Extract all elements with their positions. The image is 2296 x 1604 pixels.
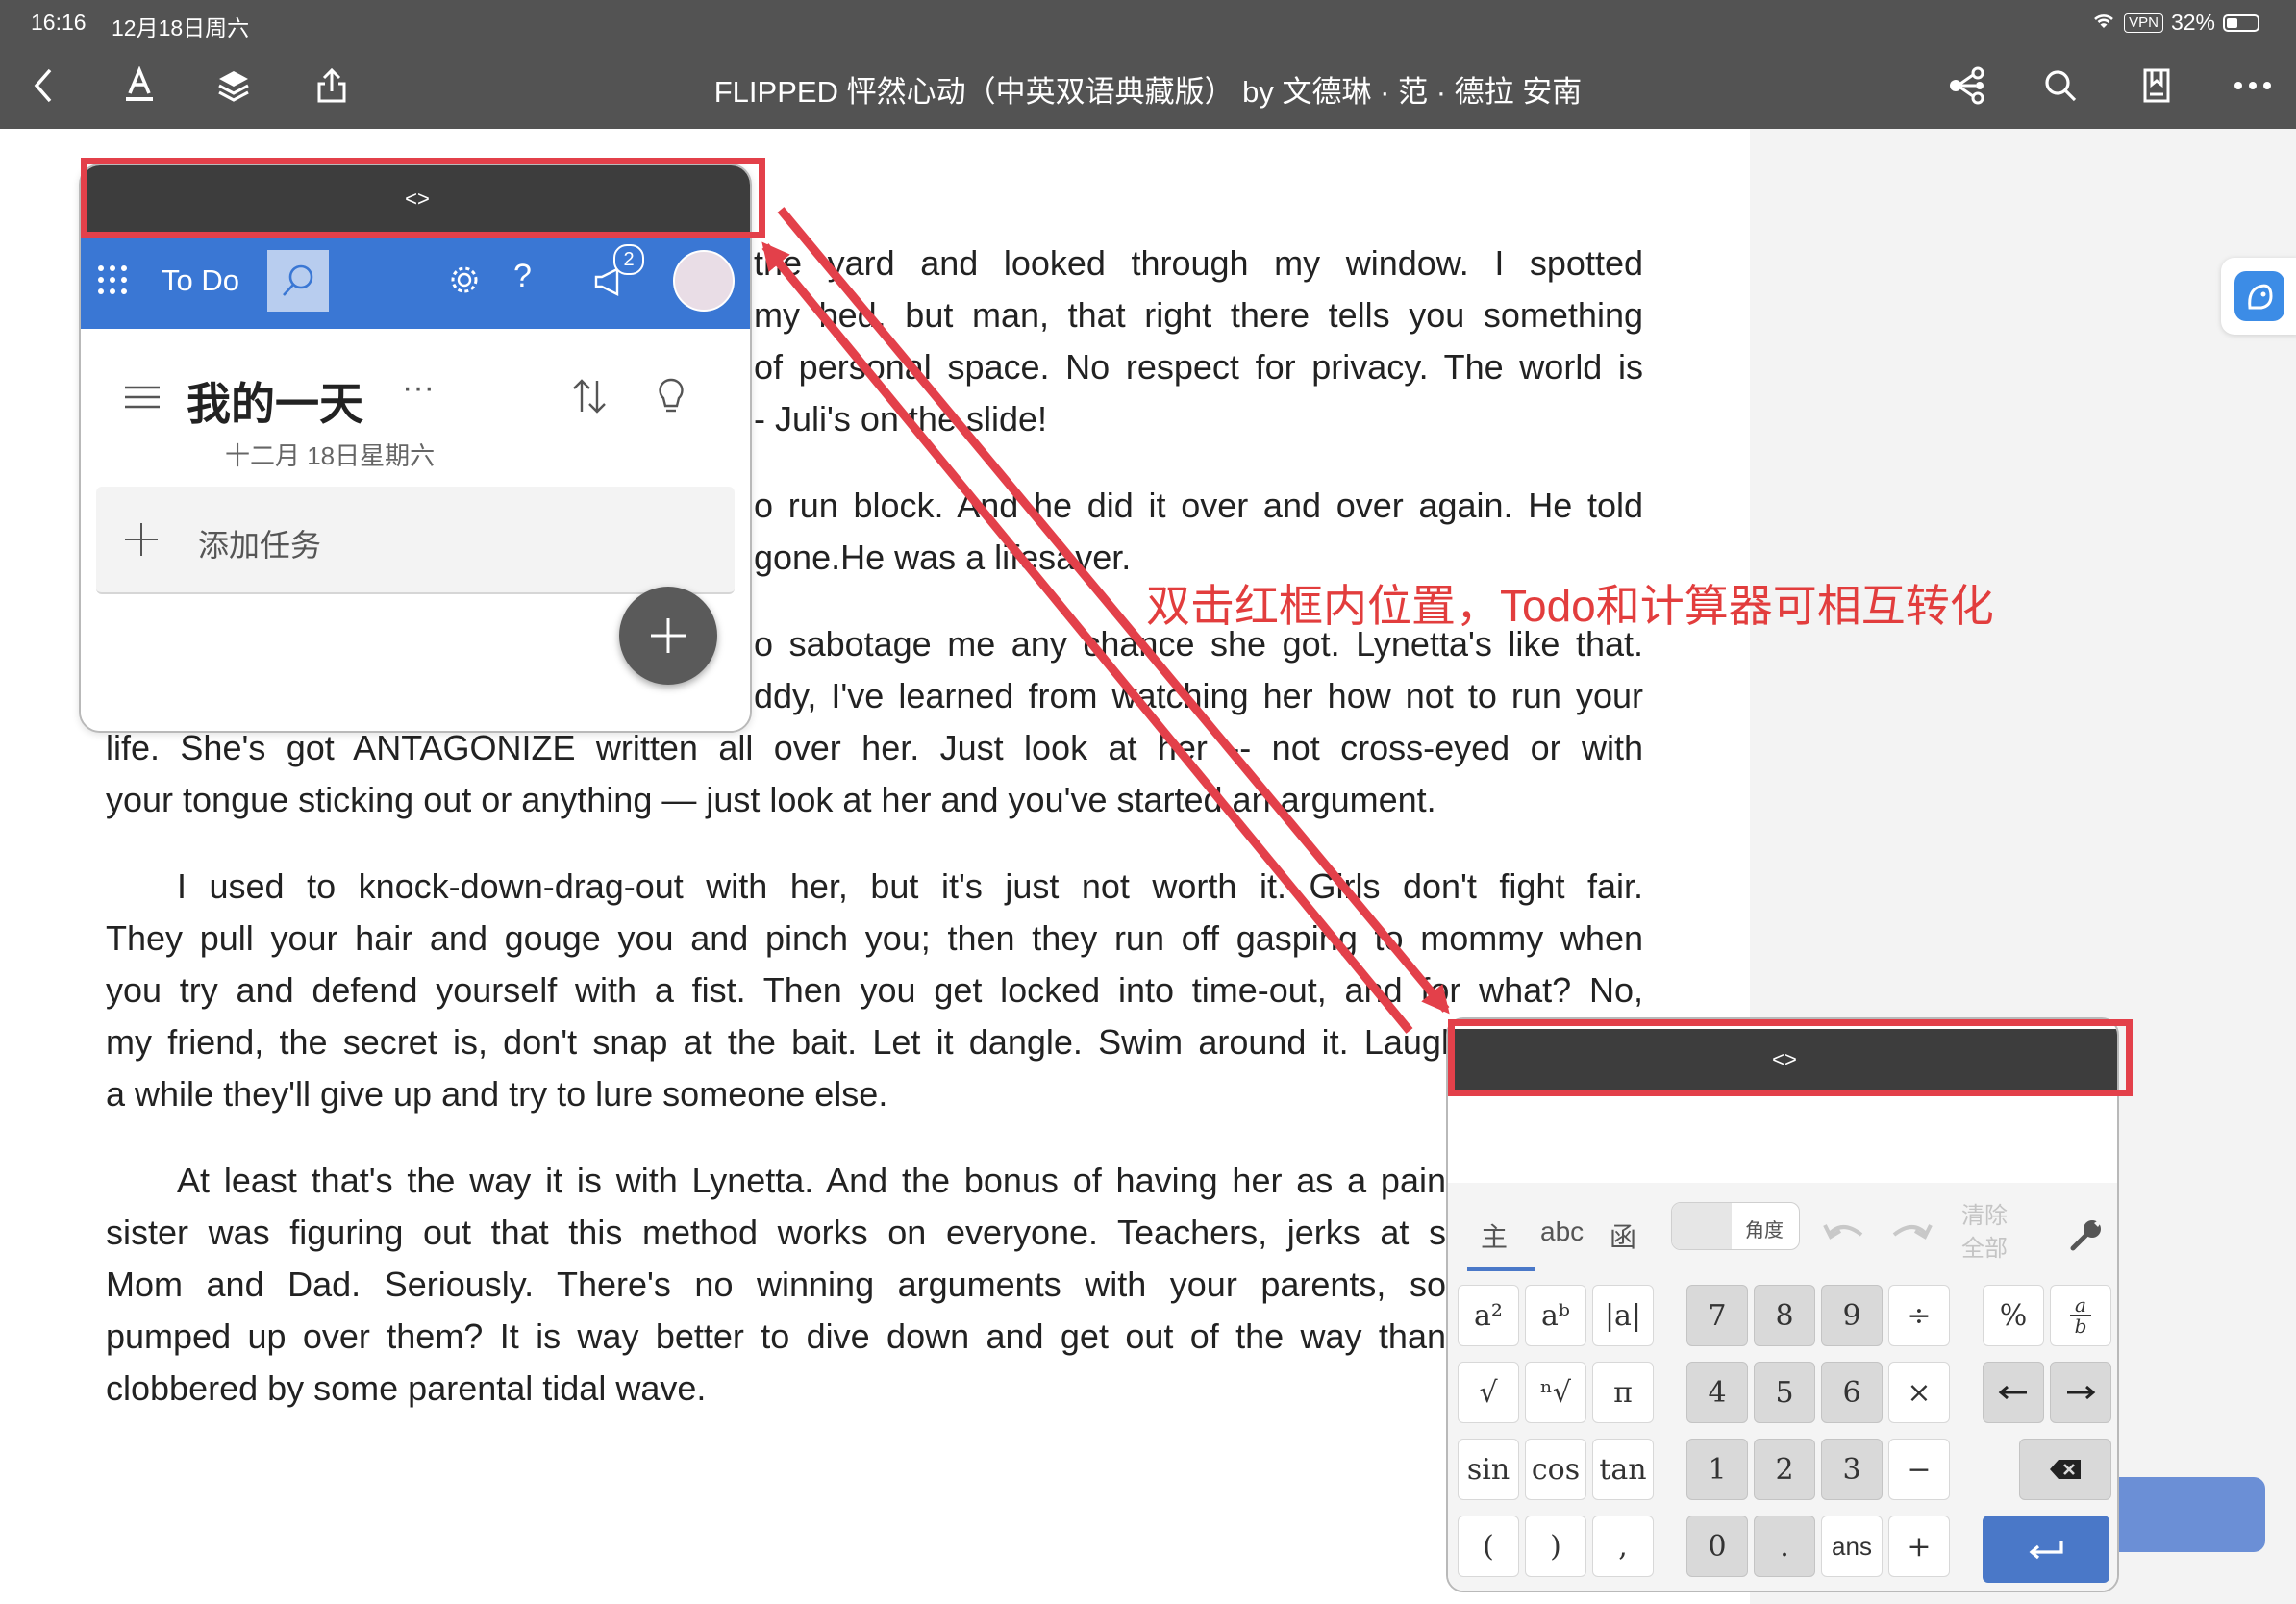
arrow-to-calculator bbox=[777, 207, 1450, 1015]
arrow-to-todo bbox=[761, 241, 1413, 1034]
annotation-arrows bbox=[761, 207, 1450, 1034]
